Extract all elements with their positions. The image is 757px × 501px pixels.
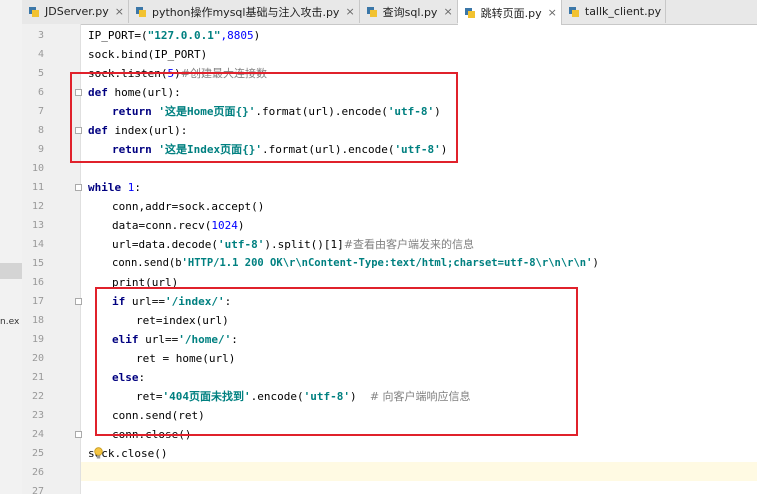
- line-number: 23: [31, 410, 44, 421]
- line-number: 20: [31, 353, 44, 364]
- code-line-12[interactable]: conn,addr=sock.accept(): [112, 197, 264, 216]
- fold-marker-icon[interactable]: [75, 431, 82, 438]
- python-file-icon: [464, 7, 476, 19]
- line-number: 14: [31, 239, 44, 250]
- line-number: 12: [31, 201, 44, 212]
- line-number: 27: [31, 486, 44, 497]
- line-number: 21: [31, 372, 44, 383]
- tab-label: 跳转页面.py: [480, 6, 542, 20]
- line-number: 4: [37, 49, 44, 60]
- line-number: 7: [37, 106, 44, 117]
- line-number: 24: [31, 429, 44, 440]
- code-line-14[interactable]: url=data.decode('utf-8').split()[1]#查看由客…: [112, 235, 474, 254]
- project-item-fragment[interactable]: n.ex: [0, 317, 19, 327]
- tab-query-sql[interactable]: 查询sql.py ×: [360, 0, 458, 23]
- close-icon[interactable]: ×: [115, 5, 124, 18]
- line-number: 16: [31, 277, 44, 288]
- annotation-box-functions: [70, 72, 458, 163]
- tab-talk-client[interactable]: tallk_client.py: [562, 0, 667, 23]
- annotation-box-routing: [95, 287, 578, 436]
- python-file-icon: [135, 6, 147, 18]
- close-icon[interactable]: ×: [345, 5, 354, 18]
- line-number: 25: [31, 448, 44, 459]
- python-file-icon: [366, 6, 378, 18]
- line-number: 9: [37, 144, 44, 155]
- line-number: 11: [31, 182, 44, 193]
- close-icon[interactable]: ×: [443, 5, 452, 18]
- project-panel-edge: n.ex: [0, 0, 23, 494]
- line-number: 13: [31, 220, 44, 231]
- tab-label: 查询sql.py: [382, 5, 438, 19]
- code-line-15[interactable]: conn.send(b'HTTP/1.1 200 OK\r\nContent-T…: [112, 254, 599, 273]
- line-number: 26: [31, 467, 44, 478]
- fold-marker-icon[interactable]: [75, 298, 82, 305]
- current-line-highlight: [81, 462, 757, 481]
- code-line-3[interactable]: IP_PORT=("127.0.0.1",8805): [88, 26, 260, 45]
- close-icon[interactable]: ×: [548, 6, 557, 19]
- line-number: 18: [31, 315, 44, 326]
- tab-label: python操作mysql基础与注入攻击.py: [151, 5, 340, 19]
- line-number: 19: [31, 334, 44, 345]
- line-number: 17: [31, 296, 44, 307]
- python-file-icon: [28, 6, 40, 18]
- tab-label: tallk_client.py: [584, 5, 662, 18]
- line-number: 3: [37, 30, 44, 41]
- project-selected-row[interactable]: [0, 263, 22, 279]
- line-number: 22: [31, 391, 44, 402]
- python-file-icon: [568, 6, 580, 18]
- line-number: 8: [37, 125, 44, 136]
- tab-mysql-injection[interactable]: python操作mysql基础与注入攻击.py ×: [129, 0, 360, 23]
- line-number: 10: [31, 163, 44, 174]
- intention-bulb-icon[interactable]: [94, 447, 103, 460]
- line-number: 6: [37, 87, 44, 98]
- tab-redirect-page[interactable]: 跳转页面.py ×: [457, 0, 562, 25]
- line-number: 15: [31, 258, 44, 269]
- code-line-11[interactable]: while 1:: [88, 178, 141, 197]
- code-line-4[interactable]: sock.bind(IP_PORT): [88, 45, 207, 64]
- tab-jdserver[interactable]: JDServer.py ×: [22, 0, 129, 23]
- tab-label: JDServer.py: [45, 5, 109, 18]
- editor-tab-bar: JDServer.py × python操作mysql基础与注入攻击.py × …: [22, 0, 757, 25]
- line-number: 5: [37, 68, 44, 79]
- code-line-13[interactable]: data=conn.recv(1024): [112, 216, 244, 235]
- fold-marker-icon[interactable]: [75, 184, 82, 191]
